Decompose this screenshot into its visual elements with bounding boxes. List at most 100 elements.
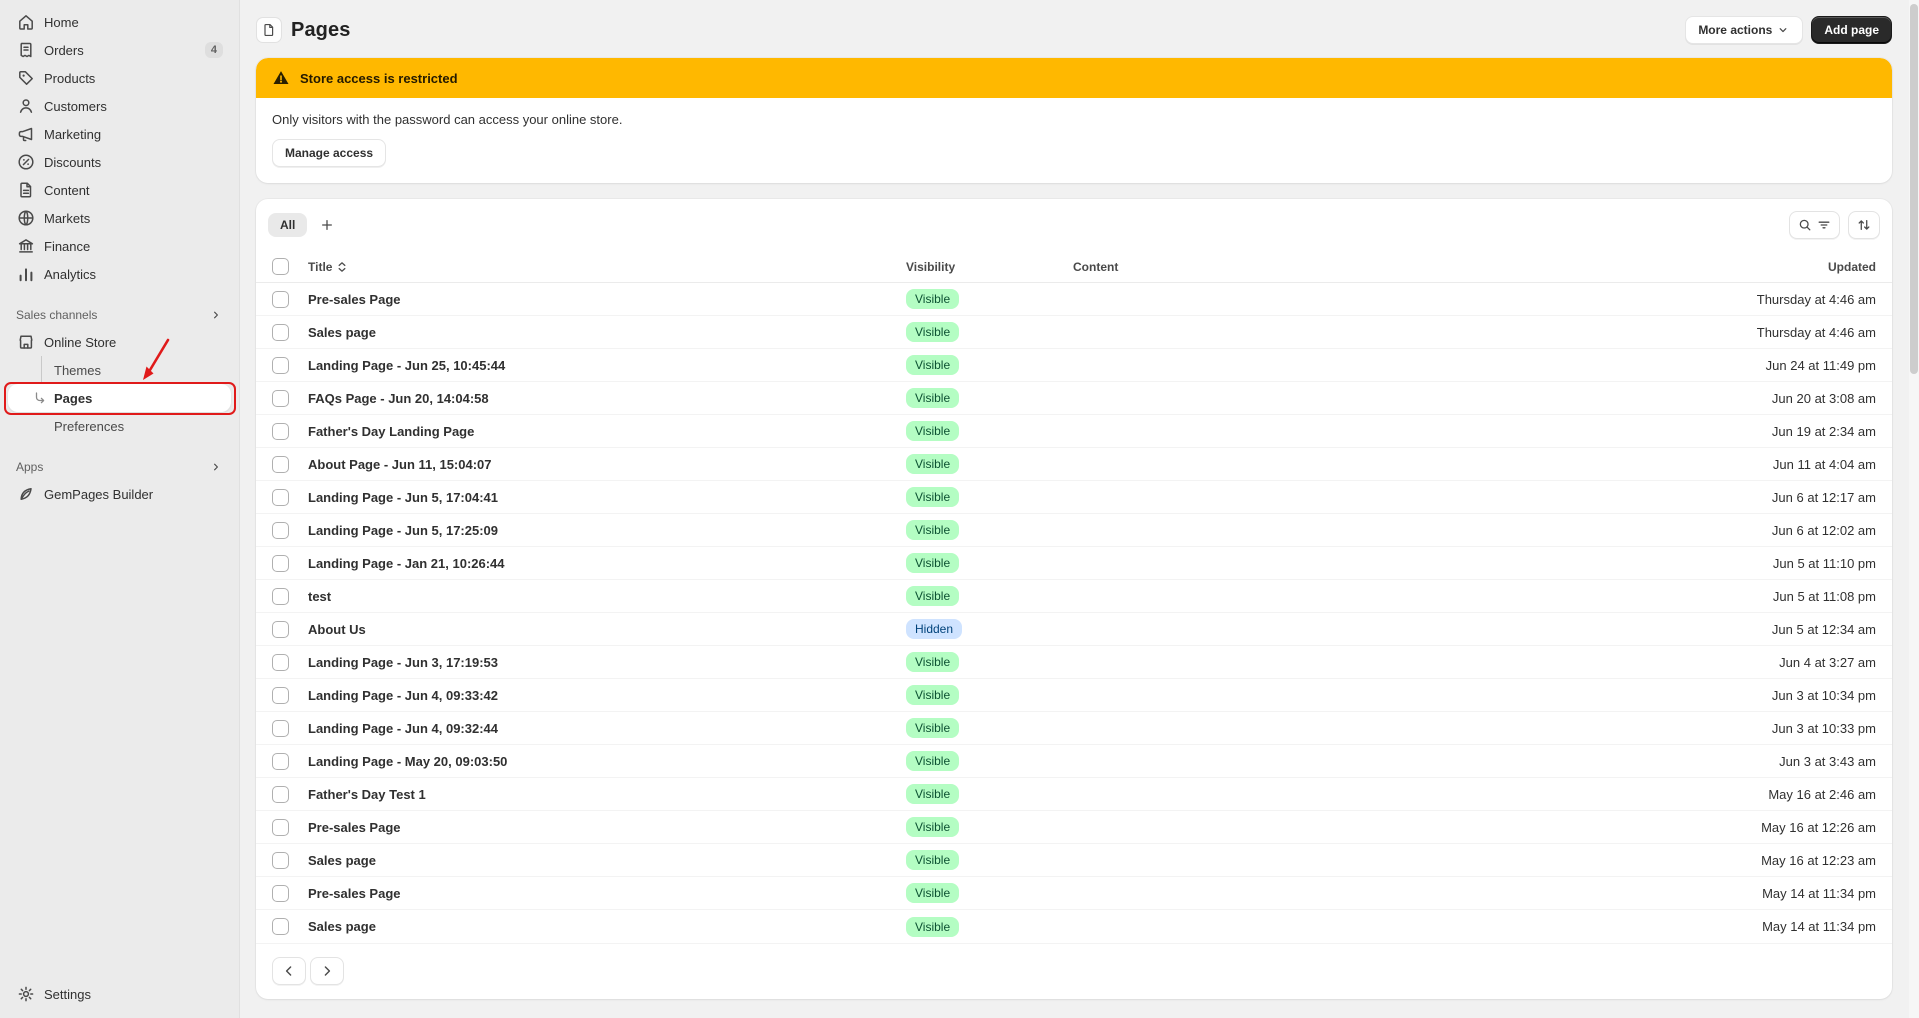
page-title-cell[interactable]: Father's Day Test 1 bbox=[308, 787, 906, 802]
table-row[interactable]: Landing Page - Jan 21, 10:26:44 Visible Ju… bbox=[256, 547, 1892, 580]
add-view-button[interactable] bbox=[313, 211, 341, 239]
table-row[interactable]: Pre-sales Page Visible May 16 at 12:26 am bbox=[256, 811, 1892, 844]
sidebar-item-online-store[interactable]: Online Store bbox=[8, 328, 231, 356]
page-title-cell[interactable]: About Page - Jun 11, 15:04:07 bbox=[308, 457, 906, 472]
sidebar-item-pages[interactable]: Pages bbox=[8, 384, 231, 412]
sidebar-item-content[interactable]: Content bbox=[8, 176, 231, 204]
scrollbar-thumb[interactable] bbox=[1910, 4, 1918, 374]
more-actions-button[interactable]: More actions bbox=[1685, 16, 1804, 44]
table-row[interactable]: Sales page Visible Thursday at 4:46 am bbox=[256, 316, 1892, 349]
page-title-cell[interactable]: Pre-sales Page bbox=[308, 886, 906, 901]
sidebar-item-orders[interactable]: Orders 4 bbox=[8, 36, 231, 64]
page-title-cell[interactable]: Sales page bbox=[308, 919, 906, 934]
sort-button[interactable] bbox=[1848, 211, 1880, 239]
apps-header[interactable]: Apps bbox=[8, 454, 231, 480]
select-all-checkbox[interactable] bbox=[272, 258, 289, 275]
sidebar-item-analytics[interactable]: Analytics bbox=[8, 260, 231, 288]
page-title-cell[interactable]: Landing Page - Jun 3, 17:19:53 bbox=[308, 655, 906, 670]
sidebar-item-products[interactable]: Products bbox=[8, 64, 231, 92]
row-checkbox[interactable] bbox=[272, 752, 289, 770]
home-icon bbox=[16, 12, 36, 32]
table-row[interactable]: About Us Hidden Jun 5 at 12:34 am bbox=[256, 613, 1892, 646]
pagination-prev-button[interactable] bbox=[272, 957, 306, 985]
row-checkbox[interactable] bbox=[272, 653, 289, 671]
page-title-cell[interactable]: FAQs Page - Jun 20, 14:04:58 bbox=[308, 391, 906, 406]
pagination-next-button[interactable] bbox=[310, 957, 344, 985]
sidebar-item-themes[interactable]: Themes bbox=[8, 356, 231, 384]
gem-icon bbox=[16, 484, 36, 504]
row-checkbox[interactable] bbox=[272, 851, 289, 869]
table-row[interactable]: Sales page Visible May 14 at 11:34 pm bbox=[256, 910, 1892, 943]
column-header-title[interactable]: Title bbox=[308, 260, 906, 274]
page-title-cell[interactable]: Pre-sales Page bbox=[308, 292, 906, 307]
row-checkbox[interactable] bbox=[272, 884, 289, 902]
page-title-cell[interactable]: Sales page bbox=[308, 325, 906, 340]
row-checkbox[interactable] bbox=[272, 818, 289, 836]
online-store-subnav: Themes Pages Preferences bbox=[8, 356, 231, 440]
row-checkbox[interactable] bbox=[272, 686, 289, 704]
page-title-cell[interactable]: Sales page bbox=[308, 853, 906, 868]
row-checkbox[interactable] bbox=[272, 488, 289, 506]
table-row[interactable]: Landing Page - Jun 3, 17:19:53 Visible Jun… bbox=[256, 646, 1892, 679]
add-page-button[interactable]: Add page bbox=[1811, 16, 1892, 44]
table-row[interactable]: Landing Page - May 20, 09:03:50 Visible Ju… bbox=[256, 745, 1892, 778]
row-checkbox[interactable] bbox=[272, 323, 289, 341]
sidebar-item-markets[interactable]: Markets bbox=[8, 204, 231, 232]
table-row[interactable]: Father's Day Landing Page Visible Jun 19 a… bbox=[256, 415, 1892, 448]
sidebar-item-settings[interactable]: Settings bbox=[8, 980, 231, 1008]
row-checkbox[interactable] bbox=[272, 290, 289, 308]
page-title-cell[interactable]: Landing Page - Jun 4, 09:32:44 bbox=[308, 721, 906, 736]
page-title-cell[interactable]: Landing Page - Jan 21, 10:26:44 bbox=[308, 556, 906, 571]
page-title-cell[interactable]: Landing Page - Jun 4, 09:33:42 bbox=[308, 688, 906, 703]
table-row[interactable]: Pre-sales Page Visible Thursday at 4:46 am bbox=[256, 283, 1892, 316]
visibility-badge: Visible bbox=[906, 322, 960, 342]
scrollbar[interactable] bbox=[1909, 0, 1919, 1018]
page-title-cell[interactable]: Landing Page - Jun 25, 10:45:44 bbox=[308, 358, 906, 373]
sidebar-item-finance[interactable]: Finance bbox=[8, 232, 231, 260]
table-row[interactable]: Landing Page - Jun 4, 09:33:42 Visible Jun… bbox=[256, 679, 1892, 712]
sidebar-item-discounts[interactable]: Discounts bbox=[8, 148, 231, 176]
column-header-updated: Updated bbox=[1828, 259, 1876, 274]
row-checkbox[interactable] bbox=[272, 521, 289, 539]
page-title-cell[interactable]: Pre-sales Page bbox=[308, 820, 906, 835]
row-checkbox[interactable] bbox=[272, 918, 289, 935]
sidebar-item-customers[interactable]: Customers bbox=[8, 92, 231, 120]
updated-cell: Thursday at 4:46 am bbox=[1756, 324, 1876, 340]
table-row[interactable]: Sales page Visible May 16 at 12:23 am bbox=[256, 844, 1892, 877]
row-checkbox[interactable] bbox=[272, 719, 289, 737]
table-row[interactable]: Landing Page - Jun 4, 09:32:44 Visible Jun… bbox=[256, 712, 1892, 745]
table-row[interactable]: Landing Page - Jun 5, 17:04:41 Visible Jun… bbox=[256, 481, 1892, 514]
sidebar-item-home[interactable]: Home bbox=[8, 8, 231, 36]
sidebar-item-preferences[interactable]: Preferences bbox=[8, 412, 231, 440]
row-checkbox[interactable] bbox=[272, 554, 289, 572]
page-title-cell[interactable]: Landing Page - Jun 5, 17:25:09 bbox=[308, 523, 906, 538]
search-and-filter-button[interactable] bbox=[1789, 211, 1840, 239]
updated-cell: May 16 at 12:23 am bbox=[1761, 852, 1876, 868]
table-row[interactable]: Landing Page - Jun 25, 10:45:44 Visible Ju… bbox=[256, 349, 1892, 382]
page-title-cell[interactable]: Landing Page - Jun 5, 17:04:41 bbox=[308, 490, 906, 505]
row-checkbox[interactable] bbox=[272, 785, 289, 803]
page-title-cell[interactable]: Father's Day Landing Page bbox=[308, 424, 906, 439]
table-row[interactable]: Landing Page - Jun 5, 17:25:09 Visible Jun… bbox=[256, 514, 1892, 547]
table-row[interactable]: About Page - Jun 11, 15:04:07 Visible Jun … bbox=[256, 448, 1892, 481]
page-title-cell[interactable]: Landing Page - May 20, 09:03:50 bbox=[308, 754, 906, 769]
sidebar-item-gempages-builder[interactable]: GemPages Builder bbox=[8, 480, 231, 508]
row-checkbox[interactable] bbox=[272, 620, 289, 638]
table-row[interactable]: Pre-sales Page Visible May 14 at 11:34 pm bbox=[256, 877, 1892, 910]
manage-access-button[interactable]: Manage access bbox=[272, 139, 387, 167]
sidebar-item-marketing[interactable]: Marketing bbox=[8, 120, 231, 148]
row-checkbox[interactable] bbox=[272, 455, 289, 473]
sales-channels-header[interactable]: Sales channels bbox=[8, 302, 231, 328]
row-checkbox[interactable] bbox=[272, 389, 289, 407]
table-row[interactable]: test Visible Jun 5 at 11:08 pm bbox=[256, 580, 1892, 613]
row-checkbox[interactable] bbox=[272, 587, 289, 605]
page-title-cell[interactable]: test bbox=[308, 589, 906, 604]
plus-icon bbox=[319, 217, 335, 233]
table-row[interactable]: FAQs Page - Jun 20, 14:04:58 Visible Jun 2… bbox=[256, 382, 1892, 415]
chevron-left-icon bbox=[281, 963, 297, 979]
row-checkbox[interactable] bbox=[272, 356, 289, 374]
tab-all[interactable]: All bbox=[268, 213, 308, 237]
table-row[interactable]: Father's Day Test 1 Visible May 16 at 2:46… bbox=[256, 778, 1892, 811]
page-title-cell[interactable]: About Us bbox=[308, 622, 906, 637]
row-checkbox[interactable] bbox=[272, 422, 289, 440]
